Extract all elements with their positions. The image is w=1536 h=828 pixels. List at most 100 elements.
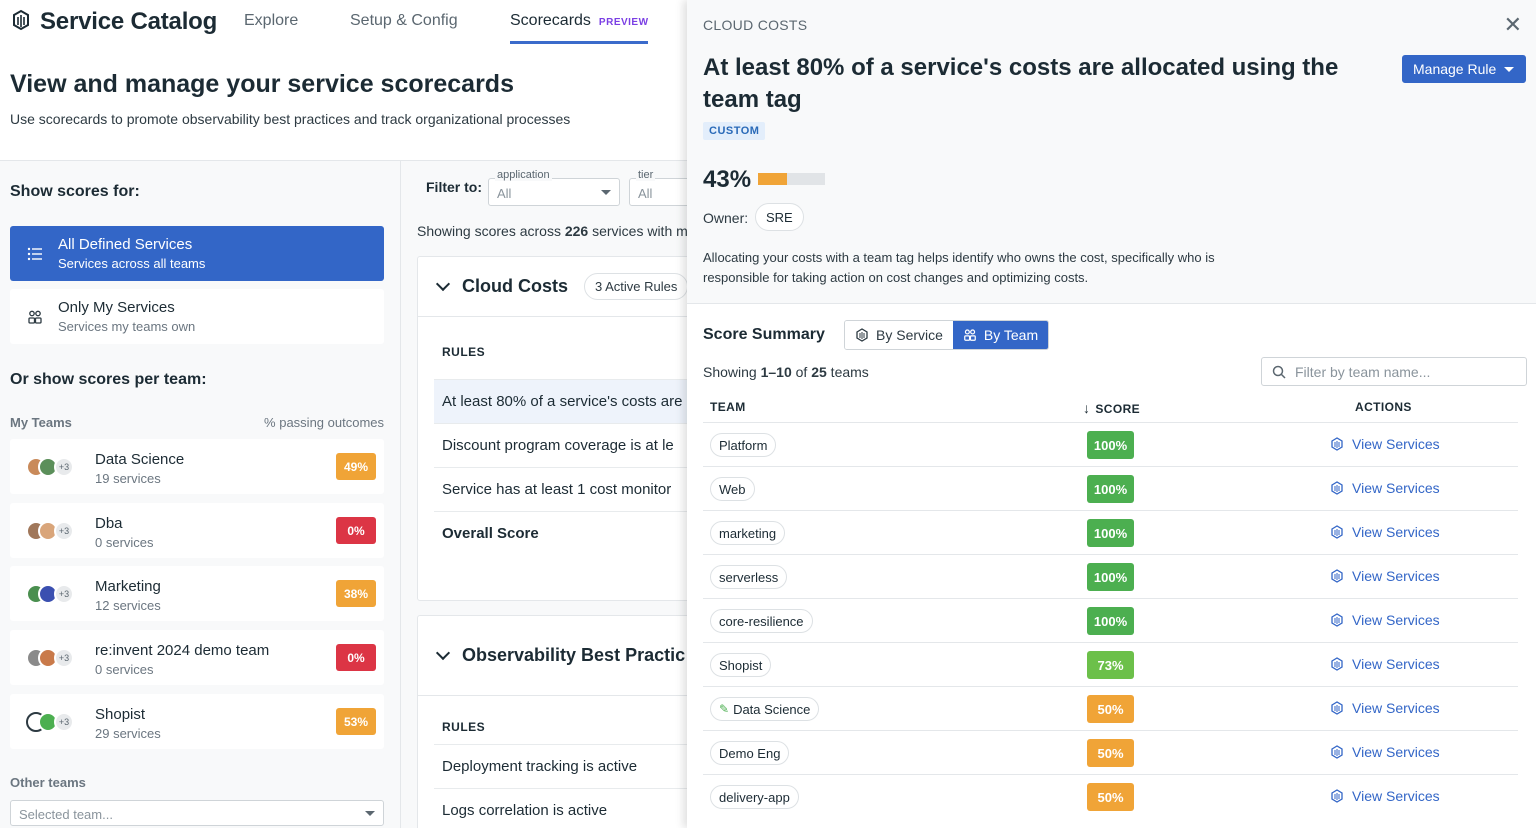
team-card[interactable]: +3 Dba 0 services 0% xyxy=(10,503,384,558)
score-badge: 100% xyxy=(1087,607,1134,635)
table-row: core-resilience 100% View Services xyxy=(703,598,1518,642)
rule-row[interactable]: Discount program coverage is at le xyxy=(434,423,706,467)
view-services-link[interactable]: View Services xyxy=(1330,612,1440,628)
passing-pct-badge: 49% xyxy=(336,453,376,480)
other-team-select[interactable]: Selected team... xyxy=(10,800,384,826)
team-card[interactable]: +3 Marketing 12 services 38% xyxy=(10,566,384,621)
score-badge: 73% xyxy=(1087,651,1134,679)
filter-tier-label: tier xyxy=(636,169,656,181)
score-badge: 100% xyxy=(1087,563,1134,591)
team-filter-input[interactable]: Filter by team name... xyxy=(1261,357,1527,386)
team-card[interactable]: +3 re:invent 2024 demo team 0 services 0… xyxy=(10,630,384,685)
view-services-link[interactable]: View Services xyxy=(1330,480,1440,496)
team-service-count: 12 services xyxy=(95,598,161,613)
rule-row[interactable]: Logs correlation is active xyxy=(434,788,706,828)
team-pill[interactable]: serverless xyxy=(710,565,788,589)
team-name: Dba xyxy=(95,515,123,532)
rule-row[interactable]: At least 80% of a service's costs are xyxy=(434,379,706,423)
avatar-more: +3 xyxy=(54,457,74,477)
rule-score-pct: 43% xyxy=(703,166,752,193)
view-services-label: View Services xyxy=(1352,656,1440,672)
score-header-label: SCORE xyxy=(1095,402,1141,416)
rule-detail-drawer: CLOUD COSTS ✕ At least 80% of a service'… xyxy=(687,0,1536,828)
team-name: Marketing xyxy=(95,578,161,595)
showing-middle: of xyxy=(791,364,812,380)
scope-subtitle: Services my teams own xyxy=(58,319,196,334)
scope-all-services[interactable]: All Defined Services Services across all… xyxy=(10,226,384,281)
column-header-team[interactable]: TEAM xyxy=(710,400,746,414)
table-row: Shopist 73% View Services xyxy=(703,642,1518,686)
filter-application[interactable]: application All xyxy=(488,169,620,206)
active-tab-indicator xyxy=(510,41,648,44)
avatar-group: +3 xyxy=(26,521,78,541)
view-services-link[interactable]: View Services xyxy=(1330,436,1440,452)
view-services-link[interactable]: View Services xyxy=(1330,788,1440,804)
filter-label: Filter to: xyxy=(426,179,482,195)
filter-application-value: All xyxy=(497,186,512,201)
team-card[interactable]: +3 Shopist 29 services 53% xyxy=(10,694,384,749)
scorecard-header[interactable]: Observability Best Practic xyxy=(418,616,706,696)
team-pill[interactable]: Web xyxy=(710,477,755,501)
by-service-button[interactable]: By Service xyxy=(845,321,953,349)
logo: Service Catalog xyxy=(10,8,217,36)
tab-setup-config[interactable]: Setup & Config xyxy=(350,12,458,30)
scope-my-services[interactable]: Only My Services Services my teams own xyxy=(10,289,384,344)
manage-rule-button[interactable]: Manage Rule xyxy=(1402,55,1526,83)
score-summary-title: Score Summary xyxy=(703,326,825,343)
avatar-group: +3 xyxy=(26,457,78,477)
show-scores-heading: Show scores for: xyxy=(10,183,140,200)
team-pill[interactable]: Shopist xyxy=(710,653,772,677)
table-row: Platform 100% View Services xyxy=(703,422,1518,466)
owner-chip[interactable]: SRE xyxy=(755,203,804,231)
team-pill[interactable]: delivery-app xyxy=(710,785,799,809)
column-header-actions: ACTIONS xyxy=(1355,400,1412,414)
view-services-link[interactable]: View Services xyxy=(1330,524,1440,540)
top-nav: Service Catalog Explore Setup & Config S… xyxy=(0,0,700,44)
tab-scorecards[interactable]: Scorecards PREVIEW xyxy=(510,12,649,30)
page-title: View and manage your service scorecards xyxy=(10,70,514,98)
passing-pct-badge: 0% xyxy=(336,644,376,671)
column-header-score[interactable]: ↓ SCORE xyxy=(1083,400,1140,416)
scope-title: Only My Services xyxy=(58,299,175,316)
scorecard-eyebrow: CLOUD COSTS xyxy=(703,17,808,33)
overall-score-row: Overall Score xyxy=(434,511,706,555)
scorecard-cloud-costs: Cloud Costs 3 Active Rules RULES At leas… xyxy=(417,256,707,601)
by-team-button[interactable]: By Team xyxy=(952,321,1049,349)
passing-outcomes-label: % passing outcomes xyxy=(264,415,384,430)
scorecard-observability: Observability Best Practic RULES Deploym… xyxy=(417,615,707,828)
page-header: View and manage your service scorecards … xyxy=(10,70,570,127)
search-icon xyxy=(1272,365,1286,379)
chevron-down-icon xyxy=(435,276,451,292)
close-icon[interactable]: ✕ xyxy=(1504,12,1522,38)
view-services-link[interactable]: View Services xyxy=(1330,568,1440,584)
team-service-count: 19 services xyxy=(95,471,161,486)
view-services-label: View Services xyxy=(1352,568,1440,584)
view-services-link[interactable]: View Services xyxy=(1330,744,1440,760)
team-pill[interactable]: Platform xyxy=(710,433,777,457)
team-pill[interactable]: core-resilience xyxy=(710,609,813,633)
showing-total: 25 xyxy=(811,364,827,380)
view-services-link[interactable]: View Services xyxy=(1330,700,1440,716)
showing-teams-text: Showing 1–10 of 25 teams xyxy=(703,364,869,380)
tab-explore[interactable]: Explore xyxy=(244,12,298,30)
view-services-label: View Services xyxy=(1352,480,1440,496)
avatar-group: +3 xyxy=(26,712,78,732)
team-name: re:invent 2024 demo team xyxy=(95,642,270,659)
rule-row[interactable]: Deployment tracking is active xyxy=(434,744,706,788)
page-subtitle: Use scorecards to promote observability … xyxy=(10,111,571,127)
view-services-link[interactable]: View Services xyxy=(1330,656,1440,672)
service-icon xyxy=(1331,481,1343,495)
view-services-label: View Services xyxy=(1352,524,1440,540)
team-card[interactable]: +3 Data Science 19 services 49% xyxy=(10,439,384,494)
team-pill[interactable]: Demo Eng xyxy=(710,741,790,765)
rule-row[interactable]: Service has at least 1 cost monitor xyxy=(434,467,706,511)
list-icon xyxy=(26,245,44,263)
scorecard-header[interactable]: Cloud Costs 3 Active Rules xyxy=(418,257,706,317)
avatar-more: +3 xyxy=(54,712,74,732)
rule-description: Allocating your costs with a team tag he… xyxy=(703,250,1215,285)
team-pill[interactable]: marketing xyxy=(710,521,786,545)
chevron-down-icon xyxy=(435,645,451,661)
team-pill[interactable]: ✎ Data Science xyxy=(710,697,820,721)
by-service-label: By Service xyxy=(876,327,943,343)
showing-prefix: Showing scores across xyxy=(417,223,565,239)
